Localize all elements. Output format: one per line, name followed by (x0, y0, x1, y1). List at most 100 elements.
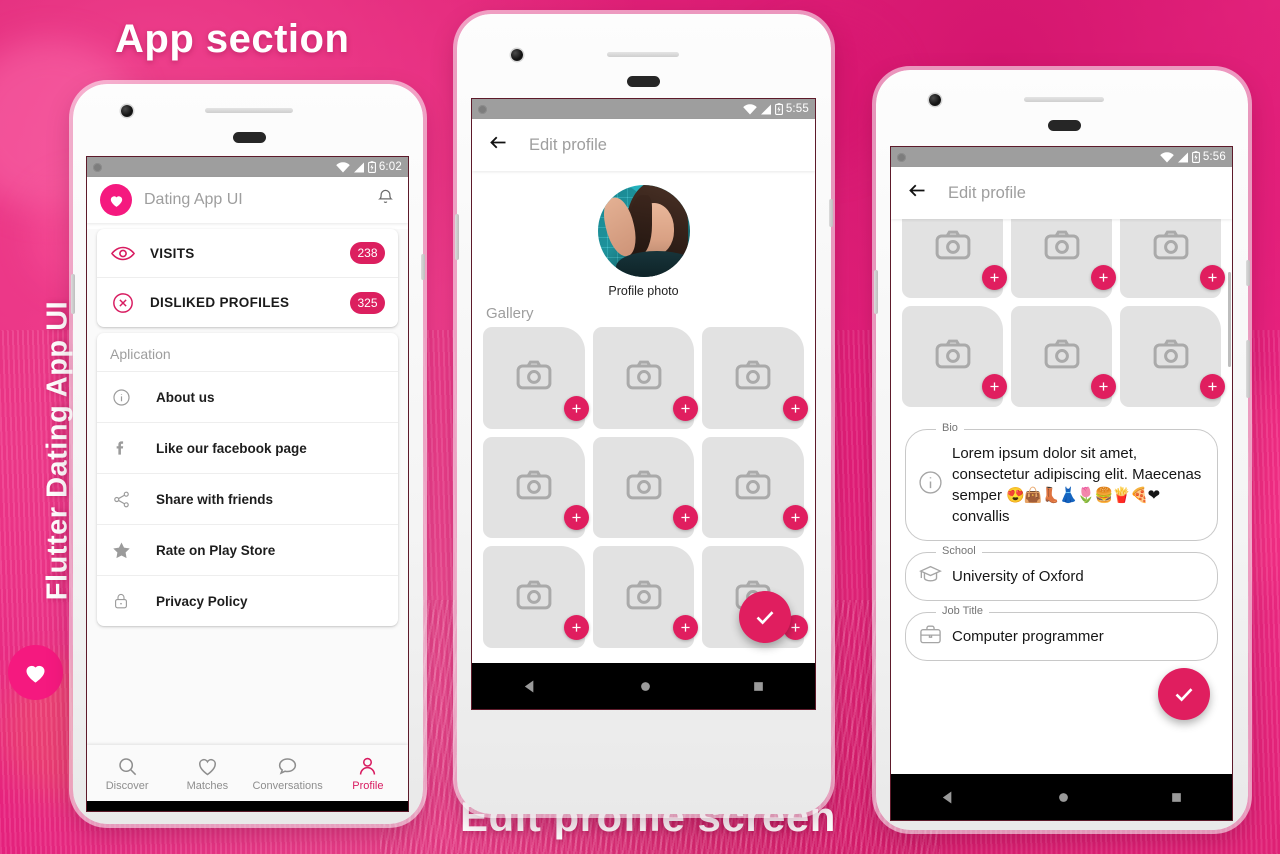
gallery-tile[interactable] (592, 546, 699, 649)
add-photo-button[interactable] (1200, 265, 1225, 290)
share-icon (113, 491, 129, 507)
add-photo-button[interactable] (1091, 374, 1116, 399)
app-bar: Dating App UI (87, 177, 408, 223)
plus-icon (572, 404, 581, 413)
camera-icon-wrap (1043, 230, 1081, 265)
sensor-bar (1024, 97, 1104, 102)
add-photo-button[interactable] (563, 505, 589, 531)
gallery-tile[interactable] (592, 327, 699, 429)
menu-item-about-us[interactable]: About us (97, 371, 398, 422)
square-recents-icon[interactable] (752, 680, 765, 693)
plus-icon (791, 623, 800, 632)
nav-item-discover[interactable]: Discover (87, 755, 167, 792)
add-photo-button[interactable] (563, 395, 589, 421)
save-fab[interactable] (1158, 668, 1210, 720)
dislike-icon-wrap (110, 292, 136, 314)
gallery-tile[interactable] (702, 327, 809, 429)
add-photo-button[interactable] (982, 265, 1007, 290)
add-photo-button[interactable] (783, 395, 809, 421)
nav-item-label: Discover (105, 779, 149, 792)
gallery-tile[interactable] (1011, 306, 1116, 407)
camera-icon-wrap (515, 360, 553, 395)
volume-button[interactable] (874, 270, 878, 314)
front-camera-icon (121, 105, 133, 117)
heart-icon (26, 665, 45, 683)
circle-home-icon[interactable] (1056, 790, 1071, 805)
power-button[interactable] (829, 199, 833, 227)
profile-photo-caption: Profile photo (608, 284, 679, 298)
nav-item-matches[interactable]: Matches (167, 755, 247, 792)
add-photo-button[interactable] (783, 505, 809, 531)
square-recents-icon[interactable] (1170, 791, 1183, 804)
earpiece-speaker (1048, 120, 1081, 131)
power-button[interactable] (1246, 260, 1250, 286)
camera-icon-wrap (1152, 339, 1190, 374)
add-photo-button[interactable] (673, 395, 699, 421)
avatar[interactable] (597, 185, 690, 277)
facebook-icon-wrap (110, 438, 132, 458)
nav-item-profile[interactable]: Profile (328, 755, 408, 792)
school-field[interactable]: School University of Oxford (905, 545, 1218, 601)
gallery-tile[interactable] (902, 306, 1007, 407)
notifications-button[interactable] (376, 188, 395, 212)
nav-item-conversations[interactable]: Conversations (248, 755, 328, 792)
add-photo-button[interactable] (1091, 265, 1116, 290)
gallery-tile[interactable] (483, 327, 589, 429)
volume-button[interactable] (71, 274, 75, 314)
gallery-tile[interactable] (483, 436, 589, 539)
camera-icon (1044, 339, 1079, 369)
back-button[interactable] (907, 180, 928, 206)
counter-row-disliked[interactable]: DISLIKED PROFILES 325 (97, 278, 398, 327)
add-photo-button[interactable] (673, 505, 699, 531)
wifi-icon (336, 161, 350, 172)
menu-item-privacy[interactable]: Privacy Policy (97, 575, 398, 626)
bio-field[interactable]: Bio Lorem ipsum dolor sit amet, consecte… (905, 422, 1218, 541)
gallery-tile[interactable] (1120, 306, 1225, 407)
gallery-tile[interactable] (592, 436, 699, 539)
bottom-navigation: Discover Matches Conversations Profile (87, 745, 408, 801)
triangle-back-icon[interactable] (522, 678, 539, 695)
add-photo-button[interactable] (982, 374, 1007, 399)
triangle-back-icon[interactable] (134, 812, 149, 813)
volume-button[interactable] (455, 214, 459, 260)
sensor-bar (607, 52, 679, 57)
eye-icon-wrap (110, 245, 136, 262)
plus-icon (681, 623, 690, 632)
gallery-tile[interactable] (702, 436, 809, 539)
bio-field-label: Bio (936, 422, 964, 434)
plus-icon (1208, 382, 1217, 391)
add-photo-button[interactable] (563, 615, 589, 641)
camera-icon (516, 580, 552, 610)
add-photo-button[interactable] (1200, 374, 1225, 399)
menu-item-facebook[interactable]: Like our facebook page (97, 422, 398, 473)
power-button-lower[interactable] (1246, 340, 1250, 398)
power-button[interactable] (421, 254, 425, 280)
job-title-field[interactable]: Job Title Computer programmer (905, 605, 1218, 661)
counter-label: DISLIKED PROFILES (150, 295, 290, 310)
menu-item-label: Share with friends (156, 491, 274, 507)
counter-label: VISITS (150, 245, 195, 261)
menu-item-share[interactable]: Share with friends (97, 473, 398, 524)
back-button[interactable] (488, 132, 509, 158)
camera-icon-wrap (625, 580, 663, 615)
circle-home-icon[interactable] (638, 679, 653, 694)
camera-icon-wrap (934, 339, 972, 374)
camera-icon (516, 360, 552, 390)
status-clock: 5:55 (785, 103, 809, 115)
add-photo-button[interactable] (673, 615, 699, 641)
counter-row-visits[interactable]: VISITS 238 (97, 229, 398, 278)
menu-item-rate[interactable]: Rate on Play Store (97, 524, 398, 575)
triangle-back-icon[interactable] (940, 789, 957, 806)
gallery-tile[interactable] (483, 546, 589, 649)
vertical-scrollbar[interactable] (1228, 272, 1231, 367)
gallery-grid (891, 197, 1232, 407)
job-title-field-label: Job Title (936, 605, 989, 617)
counters-card: VISITS 238 DISLIKED PROFILES 325 (97, 229, 398, 327)
app-bar-title: Edit profile (529, 135, 607, 154)
eye-icon (111, 246, 135, 260)
side-vertical-caption: Flutter Dating App UI (41, 300, 74, 601)
status-bar: 5:56 (891, 147, 1232, 167)
share-icon-wrap (110, 490, 132, 509)
save-fab[interactable] (739, 591, 791, 643)
camera-icon (735, 470, 771, 500)
